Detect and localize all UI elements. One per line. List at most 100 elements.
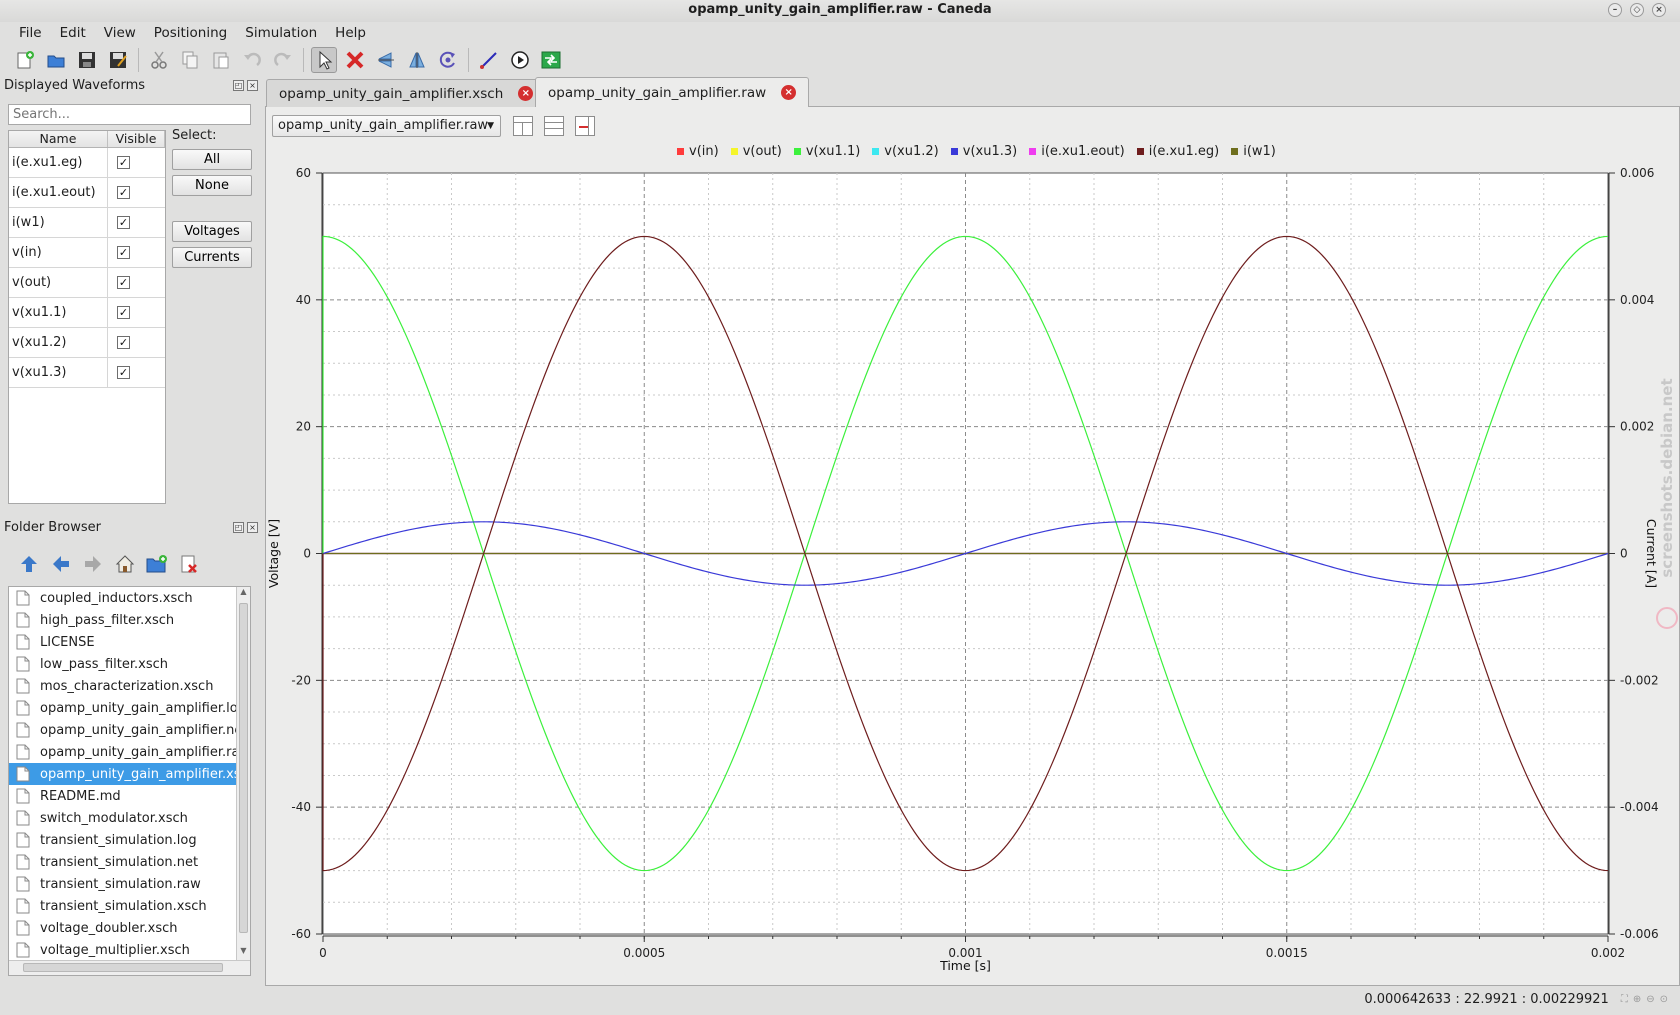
zoom-reset-icon[interactable]: ⊙ [1660, 994, 1668, 1005]
menu-view[interactable]: View [95, 22, 145, 44]
table-row[interactable]: i(e.xu1.eout) ✓ [9, 178, 165, 208]
waveform-plot[interactable]: 0 0.0005 0.001 0.0015 0.0026040200-20-40-600… [265, 160, 1678, 985]
up-folder-icon[interactable] [16, 552, 42, 576]
forward-icon[interactable] [80, 552, 106, 576]
table-row[interactable]: v(xu1.1) ✓ [9, 298, 165, 328]
list-item[interactable]: voltage_multiplier.xsch [9, 939, 250, 961]
select-currents-button[interactable]: Currents [172, 247, 252, 268]
list-item[interactable]: low_pass_filter.xsch [9, 653, 250, 675]
list-item[interactable]: switch_modulator.xsch [9, 807, 250, 829]
select-tool-icon[interactable] [311, 47, 337, 73]
list-item[interactable]: README.md [9, 785, 250, 807]
vertical-scrollbar[interactable]: ▲ ▼ [236, 587, 250, 960]
minimize-icon[interactable]: – [1608, 3, 1622, 17]
visible-checkbox[interactable]: ✓ [117, 216, 130, 229]
menu-positioning[interactable]: Positioning [145, 22, 236, 44]
close-split-icon[interactable] [575, 116, 595, 136]
list-item[interactable]: transient_simulation.raw [9, 873, 250, 895]
legend-item: i(e.xu1.eout) [1029, 144, 1125, 159]
visible-checkbox[interactable]: ✓ [117, 306, 130, 319]
delete-file-icon[interactable] [176, 552, 202, 576]
horizontal-scrollbar[interactable] [9, 960, 250, 975]
list-item[interactable]: high_pass_filter.xsch [9, 609, 250, 631]
new-file-icon[interactable] [12, 47, 38, 73]
list-item[interactable]: transient_simulation.xsch [9, 895, 250, 917]
delete-tool-icon[interactable] [342, 47, 368, 73]
table-row[interactable]: v(out) ✓ [9, 268, 165, 298]
close-window-icon[interactable]: × [1652, 3, 1666, 17]
maximize-icon[interactable]: ◇ [1630, 3, 1644, 17]
visible-checkbox[interactable]: ✓ [117, 276, 130, 289]
list-item[interactable]: transient_simulation.log [9, 829, 250, 851]
scroll-down-icon[interactable]: ▼ [237, 946, 250, 960]
cut-icon[interactable] [146, 47, 172, 73]
column-header-name[interactable]: Name [9, 131, 108, 147]
paste-icon[interactable] [208, 47, 234, 73]
waveform-search-input[interactable] [8, 104, 251, 125]
visible-checkbox[interactable]: ✓ [117, 246, 130, 259]
save-all-icon[interactable] [105, 47, 131, 73]
wire-tool-icon[interactable] [476, 47, 502, 73]
waveform-file-select[interactable]: opamp_unity_gain_amplifier.raw ▼ [272, 115, 501, 137]
undo-icon[interactable] [239, 47, 265, 73]
home-icon[interactable] [112, 552, 138, 576]
scrollbar-thumb[interactable] [23, 963, 223, 972]
zoom-out-icon[interactable]: ⊖ [1646, 994, 1654, 1005]
copy-icon[interactable] [177, 47, 203, 73]
list-item[interactable]: opamp_unity_gain_amplifier.log [9, 697, 250, 719]
menu-edit[interactable]: Edit [51, 22, 95, 44]
table-row[interactable]: v(in) ✓ [9, 238, 165, 268]
close-tab-icon[interactable]: × [518, 86, 534, 101]
mirror-x-icon[interactable] [373, 47, 399, 73]
zoom-in-icon[interactable]: ⊕ [1633, 994, 1641, 1005]
column-header-visible[interactable]: Visible [108, 131, 165, 147]
list-item[interactable]: transient_simulation.net [9, 851, 250, 873]
float-panel-icon[interactable]: ◰ [233, 522, 244, 533]
list-item[interactable]: opamp_unity_gain_amplifier.net [9, 719, 250, 741]
list-item[interactable]: voltage_doubler.xsch [9, 917, 250, 939]
close-panel-icon[interactable]: × [247, 80, 258, 91]
rotate-icon[interactable] [435, 47, 461, 73]
save-icon[interactable] [74, 47, 100, 73]
visible-checkbox[interactable]: ✓ [117, 156, 130, 169]
table-row[interactable]: v(xu1.2) ✓ [9, 328, 165, 358]
close-panel-icon[interactable]: × [247, 522, 258, 533]
debian-swirl-icon [1656, 607, 1678, 629]
file-name: LICENSE [40, 634, 95, 650]
menu-simulation[interactable]: Simulation [236, 22, 326, 44]
list-item[interactable]: opamp_unity_gain_amplifier.xsch [9, 763, 250, 785]
select-voltages-button[interactable]: Voltages [172, 221, 252, 242]
list-item[interactable]: coupled_inductors.xsch [9, 587, 250, 609]
visible-checkbox[interactable]: ✓ [117, 186, 130, 199]
mirror-y-icon[interactable] [404, 47, 430, 73]
simulate-icon[interactable] [507, 47, 533, 73]
list-item[interactable]: LICENSE [9, 631, 250, 653]
list-item[interactable]: opamp_unity_gain_amplifier.raw [9, 741, 250, 763]
table-row[interactable]: v(xu1.3) ✓ [9, 358, 165, 388]
select-all-button[interactable]: All [172, 149, 252, 170]
legend-label: v(xu1.3) [962, 144, 1018, 159]
menu-file[interactable]: File [10, 22, 51, 44]
float-panel-icon[interactable]: ◰ [233, 80, 244, 91]
open-file-icon[interactable] [43, 47, 69, 73]
visible-checkbox[interactable]: ✓ [117, 336, 130, 349]
redo-icon[interactable] [270, 47, 296, 73]
zoom-fit-icon[interactable]: ⛶ [1621, 994, 1628, 1005]
table-row[interactable]: i(w1) ✓ [9, 208, 165, 238]
scroll-up-icon[interactable]: ▲ [237, 587, 250, 601]
tab-schematic[interactable]: opamp_unity_gain_amplifier.xsch × [266, 79, 547, 107]
open-waveform-icon[interactable] [538, 47, 564, 73]
tab-waveform[interactable]: opamp_unity_gain_amplifier.raw × [535, 77, 810, 107]
split-horizontal-icon[interactable] [544, 116, 564, 136]
table-row[interactable]: i(e.xu1.eg) ✓ [9, 148, 165, 178]
list-item[interactable]: mos_characterization.xsch [9, 675, 250, 697]
visible-checkbox[interactable]: ✓ [117, 366, 130, 379]
split-vertical-icon[interactable] [513, 116, 533, 136]
new-folder-icon[interactable] [144, 552, 170, 576]
scrollbar-thumb[interactable] [239, 603, 248, 933]
select-none-button[interactable]: None [172, 175, 252, 196]
back-icon[interactable] [48, 552, 74, 576]
close-tab-icon[interactable]: × [781, 85, 797, 100]
menu-help[interactable]: Help [326, 22, 375, 44]
toolbar-separator [468, 48, 469, 72]
